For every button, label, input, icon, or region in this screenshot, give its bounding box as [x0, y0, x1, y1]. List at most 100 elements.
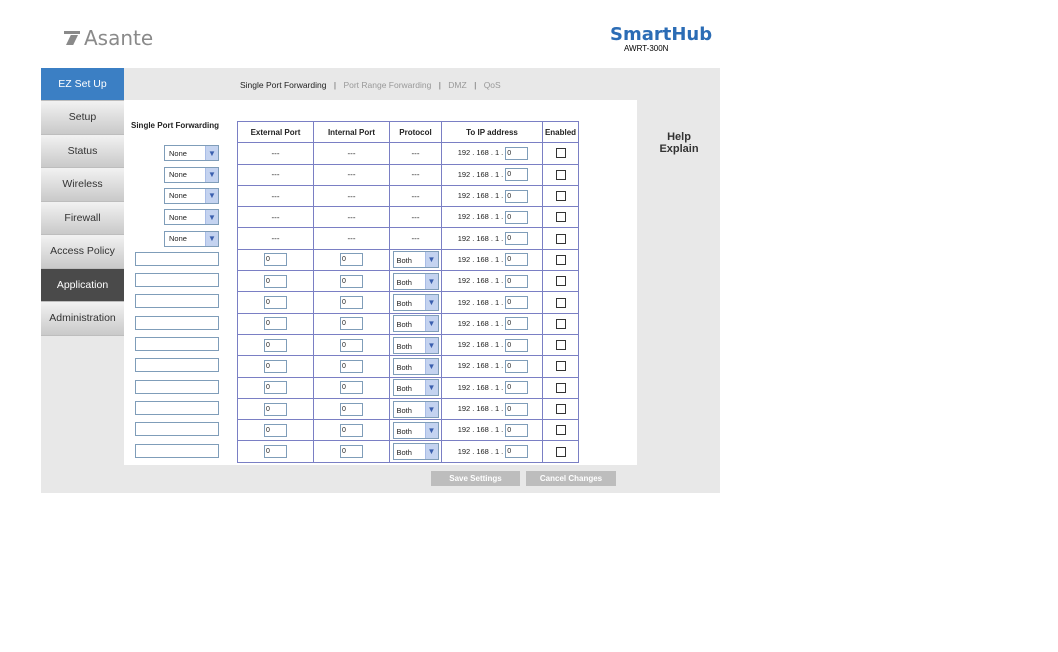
- tab-single-port-forwarding[interactable]: Single Port Forwarding: [240, 80, 326, 90]
- explain-link[interactable]: Explain: [645, 143, 713, 155]
- internal-port-input[interactable]: 0: [340, 423, 363, 437]
- service-select[interactable]: None ▼: [164, 209, 219, 226]
- sidebar-item-access-policy[interactable]: Access Policy: [41, 235, 124, 269]
- chevron-down-icon[interactable]: ▼: [424, 444, 438, 460]
- application-name-input[interactable]: [135, 443, 219, 458]
- sidebar-item-wireless[interactable]: Wireless: [41, 168, 124, 202]
- chevron-down-icon[interactable]: ▼: [205, 167, 218, 182]
- enabled-checkbox[interactable]: [555, 233, 566, 244]
- chevron-down-icon[interactable]: ▼: [424, 422, 438, 438]
- ip-last-octet-input[interactable]: 0: [505, 445, 529, 459]
- chevron-down-icon[interactable]: ▼: [424, 316, 438, 332]
- application-name-input[interactable]: [135, 251, 219, 266]
- application-name-input[interactable]: [135, 294, 219, 309]
- enabled-checkbox[interactable]: [555, 191, 566, 202]
- external-port-input[interactable]: 0: [264, 274, 287, 288]
- external-port-input[interactable]: 0: [264, 338, 287, 352]
- protocol-select[interactable]: Both ▼: [392, 336, 439, 354]
- ip-last-octet-input[interactable]: 0: [505, 146, 529, 160]
- enabled-checkbox[interactable]: [555, 254, 566, 265]
- external-port-input[interactable]: 0: [264, 445, 287, 459]
- chevron-down-icon[interactable]: ▼: [205, 188, 218, 203]
- application-name-input[interactable]: [135, 273, 219, 288]
- internal-port-input[interactable]: 0: [340, 445, 363, 459]
- internal-port-input[interactable]: 0: [340, 338, 363, 352]
- ip-last-octet-input[interactable]: 0: [505, 232, 529, 246]
- enabled-checkbox[interactable]: [555, 169, 566, 180]
- ip-last-octet-input[interactable]: 0: [505, 168, 529, 182]
- sidebar-item-firewall[interactable]: Firewall: [41, 201, 124, 235]
- sidebar-item-ez-setup[interactable]: EZ Set Up: [41, 68, 124, 101]
- application-name-input[interactable]: [135, 337, 219, 351]
- chevron-down-icon[interactable]: ▼: [424, 337, 438, 353]
- application-name-input[interactable]: [135, 379, 219, 394]
- service-select[interactable]: None ▼: [164, 145, 219, 162]
- chevron-down-icon[interactable]: ▼: [424, 252, 438, 268]
- enabled-checkbox[interactable]: [555, 148, 566, 159]
- enabled-checkbox[interactable]: [555, 276, 566, 287]
- protocol-select[interactable]: Both ▼: [392, 379, 439, 397]
- service-select[interactable]: None ▼: [164, 166, 219, 183]
- internal-port-input[interactable]: 0: [340, 402, 363, 416]
- application-name-input[interactable]: [135, 400, 219, 415]
- application-name-input[interactable]: [135, 422, 219, 437]
- ip-last-octet-input[interactable]: 0: [505, 359, 529, 373]
- tab-port-range-forwarding[interactable]: Port Range Forwarding: [343, 80, 431, 90]
- internal-port-input[interactable]: 0: [340, 381, 363, 395]
- chevron-down-icon[interactable]: ▼: [424, 295, 438, 311]
- internal-port-input[interactable]: 0: [340, 253, 363, 267]
- chevron-down-icon[interactable]: ▼: [424, 273, 438, 289]
- enabled-checkbox[interactable]: [555, 446, 566, 457]
- enabled-checkbox[interactable]: [555, 212, 566, 223]
- protocol-select[interactable]: Both ▼: [392, 251, 439, 269]
- service-select[interactable]: None ▼: [164, 187, 219, 204]
- ip-last-octet-input[interactable]: 0: [505, 402, 529, 416]
- tab-dmz[interactable]: DMZ: [448, 80, 466, 90]
- external-port-input[interactable]: 0: [264, 296, 287, 310]
- ip-last-octet-input[interactable]: 0: [505, 338, 529, 352]
- chevron-down-icon[interactable]: ▼: [205, 210, 218, 225]
- enabled-checkbox[interactable]: [555, 297, 566, 308]
- ip-last-octet-input[interactable]: 0: [505, 381, 529, 395]
- ip-last-octet-input[interactable]: 0: [505, 423, 529, 437]
- external-port-input[interactable]: 0: [264, 317, 287, 331]
- enabled-checkbox[interactable]: [555, 404, 566, 414]
- application-name-input[interactable]: [135, 315, 219, 330]
- internal-port-input[interactable]: 0: [340, 296, 363, 310]
- chevron-down-icon[interactable]: ▼: [424, 401, 438, 417]
- ip-last-octet-input[interactable]: 0: [505, 274, 529, 288]
- ip-last-octet-input[interactable]: 0: [505, 253, 529, 267]
- enabled-checkbox[interactable]: [555, 318, 566, 329]
- external-port-input[interactable]: 0: [264, 253, 287, 267]
- enabled-checkbox[interactable]: [555, 425, 566, 436]
- sidebar-item-application[interactable]: Application: [41, 268, 124, 302]
- chevron-down-icon[interactable]: ▼: [205, 146, 218, 161]
- chevron-down-icon[interactable]: ▼: [205, 231, 218, 246]
- cancel-changes-button[interactable]: Cancel Changes: [526, 471, 616, 486]
- external-port-input[interactable]: 0: [264, 381, 287, 395]
- protocol-select[interactable]: Both ▼: [392, 272, 439, 290]
- ip-last-octet-input[interactable]: 0: [505, 296, 529, 310]
- save-settings-button[interactable]: Save Settings: [431, 471, 520, 486]
- protocol-select[interactable]: Both ▼: [392, 443, 439, 461]
- ip-last-octet-input[interactable]: 0: [505, 189, 529, 203]
- enabled-checkbox[interactable]: [555, 382, 566, 393]
- protocol-select[interactable]: Both ▼: [392, 315, 439, 333]
- sidebar-item-administration[interactable]: Administration: [41, 302, 124, 336]
- sidebar-item-status[interactable]: Status: [41, 134, 124, 168]
- chevron-down-icon[interactable]: ▼: [424, 380, 438, 396]
- internal-port-input[interactable]: 0: [340, 317, 363, 331]
- ip-last-octet-input[interactable]: 0: [505, 317, 529, 331]
- protocol-select[interactable]: Both ▼: [392, 421, 439, 439]
- enabled-checkbox[interactable]: [555, 361, 566, 372]
- help-link[interactable]: Help: [645, 131, 713, 143]
- enabled-checkbox[interactable]: [555, 340, 566, 351]
- protocol-select[interactable]: Both ▼: [392, 400, 439, 418]
- external-port-input[interactable]: 0: [264, 402, 287, 416]
- external-port-input[interactable]: 0: [264, 359, 287, 373]
- protocol-select[interactable]: Both ▼: [392, 294, 439, 312]
- tab-qos[interactable]: QoS: [484, 80, 501, 90]
- application-name-input[interactable]: [135, 358, 219, 373]
- ip-last-octet-input[interactable]: 0: [505, 210, 529, 224]
- sidebar-item-setup[interactable]: Setup: [41, 101, 124, 135]
